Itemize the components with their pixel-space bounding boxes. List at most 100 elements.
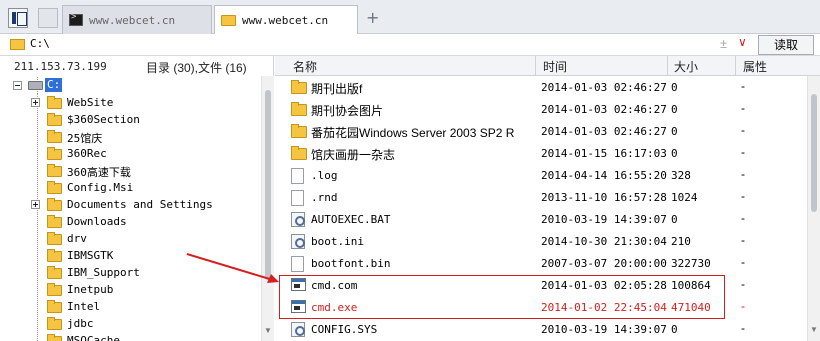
directory-tree-panel: 211.153.73.199 目录 (30),文件 (16) C: WebSit… [0,56,274,341]
tree-item-label: $360Section [67,113,140,126]
folder-icon [221,15,236,26]
drive-label: C: [45,78,63,92]
folder-icon [47,147,62,160]
tree-item-label: Documents and Settings [67,198,213,211]
file-size: 0 [671,81,678,94]
tab-bar: www.webcet.cn www.webcet.cn + [0,0,820,35]
path-input[interactable]: C:\ [30,37,50,50]
file-name: 期刊协会图片 [311,104,384,118]
tree-item[interactable]: Documents and Settings [0,196,260,213]
folder-icon [291,124,307,138]
tree-item[interactable]: Config.Msi [0,179,260,196]
file-row[interactable]: bootfont.bin 2007-03-07 20:00:00 322730 - [275,252,805,274]
tree-item[interactable]: 25馆庆 [0,128,260,145]
tree-item[interactable]: jdbc [0,315,260,332]
file-name: .log [311,169,338,182]
folder-icon [291,146,307,160]
file-row[interactable]: .log 2014-04-14 16:55:20 328 - [275,164,805,186]
tree-item[interactable]: drv [0,230,260,247]
folder-icon [291,80,307,94]
directory-file-count: 目录 (30),文件 (16) [146,61,247,75]
tree-item-label: 25馆庆 [67,132,103,145]
file-row[interactable]: 期刊协会图片 2014-01-03 02:46:27 0 - [275,98,805,120]
folder-icon [47,283,62,296]
column-attr[interactable]: 属性 [743,58,767,75]
file-attr: - [741,233,745,247]
folder-icon [47,334,62,341]
tree-scrollbar[interactable]: ▼ [261,76,274,341]
file-attr: - [741,211,745,225]
file-list-header: 名称 时间 大小 属性 [275,56,820,76]
file-time: 2014-01-03 02:46:27 [541,103,667,116]
highlight-box [279,275,725,319]
settings-file-icon [291,234,305,249]
tree-item[interactable]: Intel [0,298,260,315]
tree-item[interactable]: WebSite [0,94,260,111]
collapse-icon[interactable] [13,81,22,90]
file-size: 0 [671,147,678,160]
expand-icon[interactable] [31,98,40,107]
folder-icon [291,102,307,116]
file-size: 0 [671,125,678,138]
folder-icon [47,317,62,330]
tab-terminal[interactable]: www.webcet.cn [62,5,212,34]
file-time: 2007-03-07 20:00:00 [541,257,667,270]
file-attr: - [741,101,745,115]
file-time: 2014-01-15 16:17:03 [541,147,667,160]
folder-icon [47,130,62,143]
tab-file-manager[interactable]: www.webcet.cn [214,5,358,35]
tree-item-drive-c[interactable]: C: [0,77,260,94]
tree-item-label: Downloads [67,215,127,228]
file-row[interactable]: .rnd 2013-11-10 16:57:28 1024 - [275,186,805,208]
file-attr: - [741,167,745,181]
scrollbar-thumb[interactable] [811,94,817,212]
tree-item[interactable]: 360高速下载 [0,162,260,179]
file-row[interactable]: 期刊出版f 2014-01-03 02:46:27 0 - [275,76,805,98]
drive-icon [28,81,43,90]
column-size[interactable]: 大小 [674,58,698,75]
file-size: 0 [671,213,678,226]
document-icon [291,256,304,272]
file-time: 2014-01-03 02:46:27 [541,81,667,94]
file-name: CONFIG.SYS [311,323,378,336]
file-row[interactable]: AUTOEXEC.BAT 2010-03-19 14:39:07 0 - [275,208,805,230]
folder-icon [47,232,62,245]
tree-item[interactable]: MSOCache [0,332,260,341]
tree-item-label: IBM_Support [67,266,140,279]
file-attr: - [741,123,745,137]
new-tab-plus-icon[interactable]: + [366,8,379,27]
read-button[interactable]: 读取 [758,35,814,55]
server-ip: 211.153.73.199 [14,60,107,73]
file-name: 番茄花园Windows Server 2003 SP2 R [311,126,515,140]
expand-icon[interactable] [31,200,40,209]
tree-item-label: MSOCache [67,334,120,341]
file-time: 2014-04-14 16:55:20 [541,169,667,182]
blank-tab-button[interactable] [38,8,58,28]
column-name[interactable]: 名称 [293,58,317,75]
file-time: 2010-03-19 14:39:07 [541,323,667,336]
file-size: 0 [671,103,678,116]
sidebar-toggle-icon[interactable] [8,8,28,28]
chevron-down-icon[interactable]: ∨ [738,35,747,49]
file-attr: - [741,189,745,203]
file-row[interactable]: 馆庆画册一杂志 2014-01-15 16:17:03 0 - [275,142,805,164]
file-row[interactable]: 番茄花园Windows Server 2003 SP2 R 2014-01-03 … [275,120,805,142]
tree-item[interactable]: 360Rec [0,145,260,162]
file-attr: - [741,79,745,93]
tree-item-label: 360Rec [67,147,107,160]
scroll-down-icon[interactable]: ▼ [264,326,272,335]
folder-icon [47,181,62,194]
tree-item[interactable]: $360Section [0,111,260,128]
column-time[interactable]: 时间 [543,58,567,75]
terminal-icon [69,12,83,26]
tree-item[interactable]: Downloads [0,213,260,230]
folder-icon [47,96,62,109]
file-row[interactable]: boot.ini 2014-10-30 21:30:04 210 - [275,230,805,252]
file-row[interactable]: CONFIG.SYS 2010-03-19 14:39:07 0 - [275,318,805,340]
file-name: boot.ini [311,235,364,248]
file-list-scrollbar[interactable]: ▼ [807,76,820,341]
file-size: 328 [671,169,691,182]
scroll-down-icon[interactable]: ▼ [810,325,818,334]
tree-item-label: Inetpub [67,283,114,296]
bookmark-plus-icon[interactable]: ± [720,36,727,51]
